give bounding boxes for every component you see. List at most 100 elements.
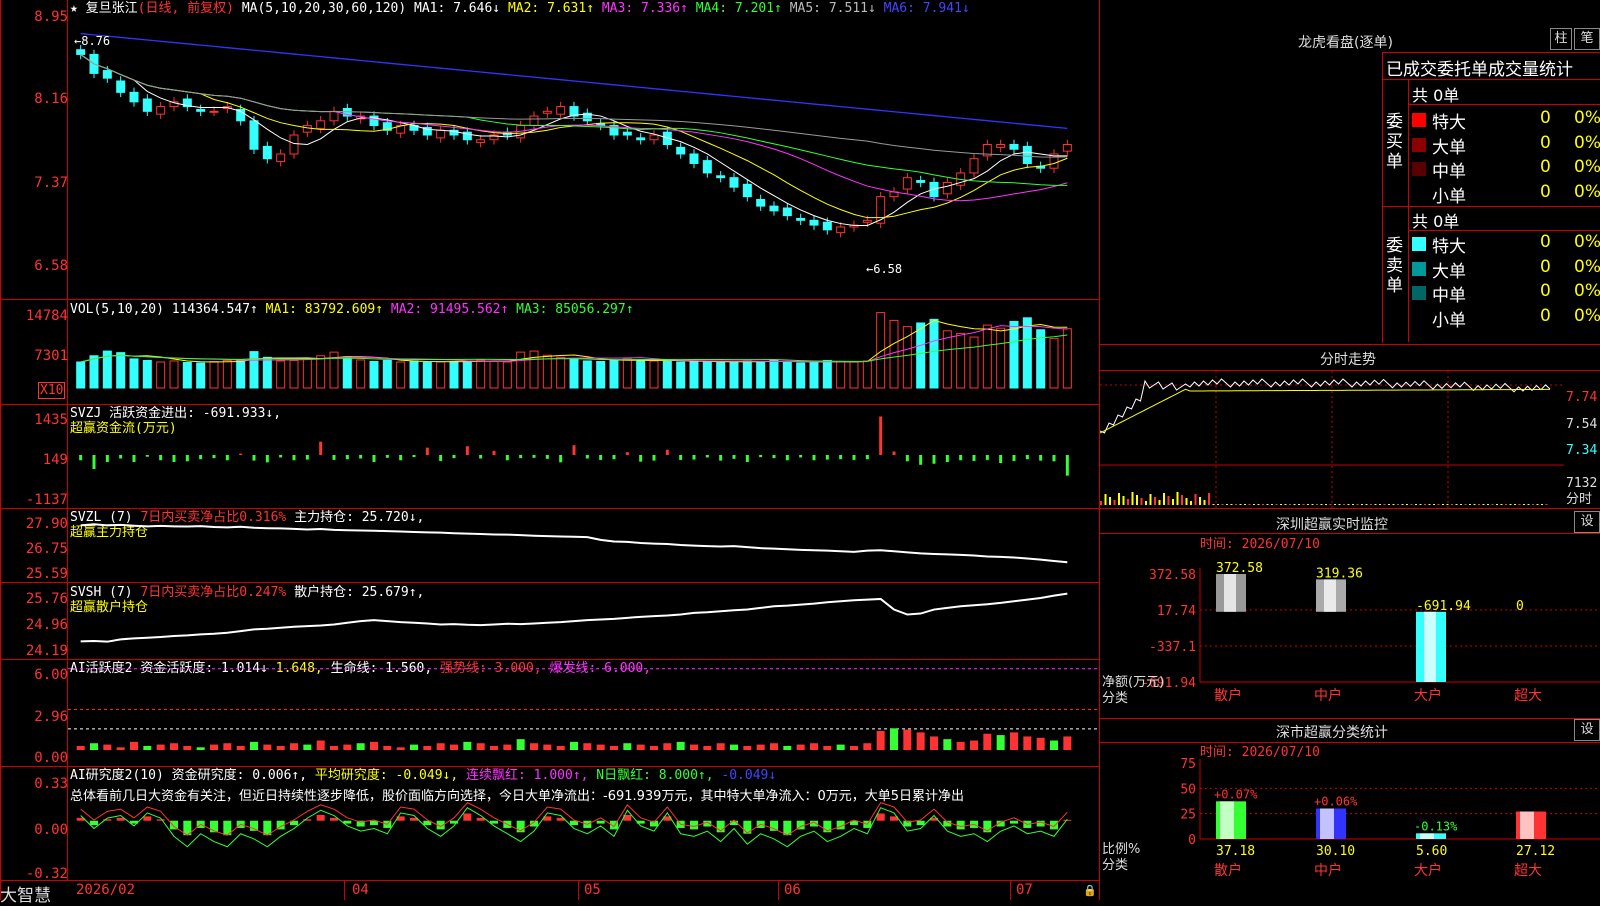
flow-bar bbox=[892, 451, 896, 455]
ma2-value: MA2: 7.631↑ bbox=[507, 1, 595, 16]
candle-body bbox=[196, 108, 206, 112]
vol-bar bbox=[862, 360, 872, 389]
brand-logo[interactable]: 大智慧 bbox=[0, 881, 51, 906]
candle-body bbox=[822, 221, 832, 231]
period-label[interactable]: (日线, 前复权) bbox=[138, 1, 234, 16]
svzl-chart[interactable] bbox=[68, 509, 1099, 582]
time-label: 04 bbox=[352, 882, 369, 898]
panel-y-label: 17.74 bbox=[1157, 604, 1196, 619]
flow-bar bbox=[759, 455, 763, 458]
candle-body bbox=[129, 91, 139, 103]
sz-class-chart[interactable]: 75 50 25 0 +0.07% 37.18 散户 +0.06% 30.10 中户 -0.13% 5… bbox=[1100, 743, 1600, 900]
active-bar bbox=[396, 747, 405, 750]
high-marker: ←8.76 bbox=[74, 34, 111, 48]
candle-body bbox=[716, 175, 726, 179]
active-bar bbox=[490, 745, 498, 750]
research-bar bbox=[143, 816, 152, 821]
candle-body bbox=[156, 106, 166, 115]
candle-body bbox=[742, 183, 752, 198]
panel-y-label: 50 bbox=[1180, 782, 1196, 797]
stock-name[interactable]: 复旦张江 bbox=[86, 1, 138, 16]
active-bar bbox=[450, 744, 458, 750]
vol-bar bbox=[489, 360, 499, 389]
flow-bar bbox=[452, 455, 456, 459]
ai-research-chart[interactable] bbox=[68, 767, 1099, 880]
active-bar bbox=[796, 744, 805, 750]
ma-line bbox=[80, 54, 1068, 202]
svzj-y-label: 1435 bbox=[34, 412, 68, 428]
intraday-vol-bar bbox=[1145, 501, 1147, 505]
star-icon[interactable]: ★ bbox=[70, 1, 78, 16]
active-bar bbox=[343, 744, 352, 750]
candle-body bbox=[249, 120, 259, 150]
vol-bar bbox=[236, 359, 246, 389]
flow-bar bbox=[745, 455, 749, 462]
active-bar bbox=[423, 745, 432, 750]
vol-bar bbox=[209, 360, 219, 389]
vol-bar bbox=[996, 327, 1006, 389]
research-bar bbox=[316, 814, 325, 821]
bar-value-label: -691.94 bbox=[1416, 599, 1471, 614]
lhb-bar-button[interactable]: 柱 bbox=[1550, 28, 1572, 50]
intraday-vol-bar bbox=[1167, 496, 1170, 505]
sz-class-settings-button[interactable]: 设 bbox=[1574, 719, 1600, 741]
active-bar bbox=[756, 744, 765, 750]
sz-monitor-settings-button[interactable]: 设 bbox=[1574, 511, 1600, 533]
svsh-chart[interactable] bbox=[68, 583, 1099, 659]
lhb-row-name: 大单 bbox=[1432, 137, 1466, 158]
bar-change-label: +0.06% bbox=[1314, 794, 1358, 808]
flow-bar bbox=[345, 455, 349, 460]
intraday-vol-bar bbox=[1307, 504, 1309, 505]
intraday-chart[interactable] bbox=[1100, 371, 1564, 508]
vol-chart[interactable] bbox=[68, 300, 1099, 404]
intraday-vol-bar bbox=[1352, 504, 1354, 505]
kline-chart[interactable] bbox=[68, 18, 1099, 298]
intraday-vol-bar bbox=[1221, 504, 1224, 505]
active-bar bbox=[543, 744, 552, 750]
intraday-vol-bar bbox=[1419, 504, 1422, 505]
intraday-vol-bar bbox=[1320, 504, 1323, 505]
low-value: 6.58 bbox=[873, 262, 903, 276]
vol-bar bbox=[569, 358, 579, 389]
vol-bar bbox=[129, 358, 139, 389]
intraday-avg-line bbox=[1100, 388, 1551, 434]
flow-bar bbox=[652, 455, 656, 461]
vol-bar bbox=[622, 358, 632, 389]
lhb-row-pct: 0% bbox=[1574, 256, 1600, 277]
time-label: 05 bbox=[584, 882, 601, 898]
flow-bar bbox=[145, 455, 149, 457]
category-bar-highlight bbox=[1320, 808, 1334, 839]
active-bar bbox=[103, 744, 112, 750]
sz-monitor-chart[interactable]: 372.58 17.74 -337.1 -691.94 372.58 散户 319.36 中户… bbox=[1100, 534, 1600, 718]
lhb-row-name: 特大 bbox=[1432, 113, 1466, 133]
active-bar bbox=[410, 744, 418, 750]
active-bar bbox=[636, 744, 645, 750]
intraday-vol-bar bbox=[1388, 504, 1390, 505]
flow-bar bbox=[825, 455, 829, 460]
lhb-tick-button[interactable]: 笔 bbox=[1574, 28, 1600, 50]
lhb-row-value: 0 bbox=[1540, 181, 1551, 202]
svzj-chart[interactable] bbox=[68, 405, 1099, 508]
active-bar bbox=[383, 745, 392, 750]
intraday-vol-bar bbox=[1248, 504, 1251, 505]
flow-bar bbox=[852, 455, 856, 460]
active-bar bbox=[463, 741, 472, 750]
vol-bar bbox=[156, 361, 166, 389]
active-bar bbox=[930, 736, 938, 750]
vol-bar bbox=[116, 352, 126, 389]
vol-bar bbox=[262, 356, 272, 389]
intraday-vol-bar bbox=[1118, 493, 1120, 505]
active-bar bbox=[596, 744, 605, 750]
research-bar bbox=[690, 820, 698, 830]
lock-icon[interactable]: 🔒 bbox=[1083, 883, 1097, 898]
intraday-vol-bar bbox=[1473, 504, 1476, 505]
vol-bar bbox=[462, 360, 472, 389]
lhb-row-name: 小单 bbox=[1432, 186, 1466, 207]
category-label: 超大 bbox=[1514, 688, 1542, 704]
intraday-vol-bar bbox=[1487, 504, 1489, 505]
intraday-vol-bar bbox=[1356, 504, 1359, 505]
ai-active-chart[interactable] bbox=[68, 660, 1099, 766]
candle-body bbox=[649, 134, 659, 141]
lhb-row-value: 0 bbox=[1540, 132, 1551, 153]
legend-swatch bbox=[1412, 113, 1426, 127]
